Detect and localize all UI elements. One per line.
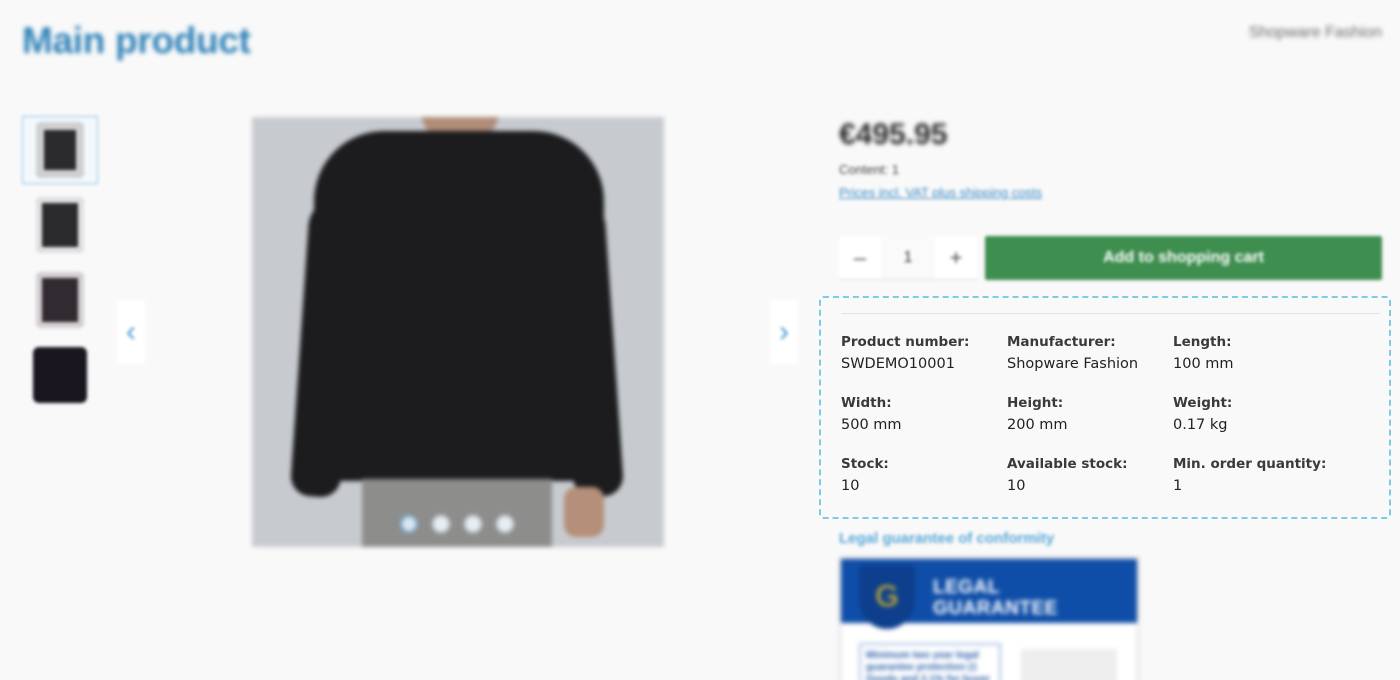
thumbnail-3[interactable] bbox=[22, 266, 98, 334]
property-item: Manufacturer: Shopware Fashion bbox=[1007, 333, 1173, 375]
property-value: SWDEMO10001 bbox=[841, 356, 955, 372]
property-label: Weight: bbox=[1173, 395, 1233, 411]
quantity-stepper: – 1 + bbox=[839, 236, 977, 280]
thumbnail-image bbox=[36, 122, 84, 178]
thumbnail-image bbox=[36, 272, 84, 328]
thumbnail-2[interactable] bbox=[22, 191, 98, 259]
property-item: Stock: 10 bbox=[841, 455, 1007, 497]
thumbnail-4[interactable] bbox=[22, 341, 98, 409]
property-label: Min. order quantity: bbox=[1173, 456, 1327, 472]
gallery-dot[interactable] bbox=[496, 515, 514, 533]
thumbnail-list bbox=[22, 116, 100, 416]
badge-title-line: LEGAL bbox=[933, 577, 1000, 598]
property-value: 10 bbox=[841, 478, 860, 494]
manufacturer-link[interactable]: Shopware Fashion bbox=[1249, 24, 1382, 42]
property-label: Available stock: bbox=[1007, 456, 1128, 472]
product-price: €495.95 bbox=[839, 118, 948, 151]
product-image[interactable] bbox=[252, 117, 664, 547]
shield-icon: G bbox=[859, 565, 915, 629]
property-value: 0.17 kg bbox=[1173, 417, 1228, 433]
quantity-minus-button[interactable]: – bbox=[839, 236, 881, 279]
property-value: Shopware Fashion bbox=[1007, 356, 1139, 372]
property-label: Stock: bbox=[841, 456, 889, 472]
thumbnail-image bbox=[33, 347, 87, 403]
property-item: Height: 200 mm bbox=[1007, 394, 1173, 436]
chevron-left-icon: ‹ bbox=[126, 315, 136, 348]
property-value: 1 bbox=[1173, 478, 1183, 494]
quantity-input[interactable]: 1 bbox=[881, 249, 935, 267]
divider bbox=[841, 313, 1380, 314]
property-label: Length: bbox=[1173, 334, 1232, 350]
property-label: Product number: bbox=[841, 334, 970, 350]
model-hand bbox=[564, 487, 604, 537]
chevron-right-icon: › bbox=[779, 315, 789, 348]
gallery-dot[interactable] bbox=[464, 515, 482, 533]
gallery-dots bbox=[400, 515, 514, 533]
model-pants bbox=[362, 479, 552, 547]
thumbnail-1[interactable] bbox=[22, 116, 98, 184]
property-item: Width: 500 mm bbox=[841, 394, 1007, 436]
add-to-cart-button[interactable]: Add to shopping cart bbox=[985, 236, 1382, 280]
product-page: Main product Shopware Fashion ‹ › €495.9… bbox=[0, 0, 1400, 680]
gallery-dot[interactable] bbox=[400, 515, 418, 533]
product-properties-panel: Product number: SWDEMO10001 Manufacturer:… bbox=[819, 296, 1391, 519]
property-label: Height: bbox=[1007, 395, 1064, 411]
thumbnail-image bbox=[36, 197, 84, 253]
property-item: Weight: 0.17 kg bbox=[1173, 394, 1361, 436]
badge-side-text bbox=[1021, 649, 1117, 680]
quantity-plus-button[interactable]: + bbox=[935, 236, 977, 279]
property-label: Width: bbox=[841, 395, 892, 411]
property-item: Min. order quantity: 1 bbox=[1173, 455, 1361, 497]
badge-title-line: GUARANTEE bbox=[933, 598, 1058, 619]
property-value: 10 bbox=[1007, 478, 1026, 494]
legal-guarantee-link[interactable]: Legal guarantee of conformity bbox=[839, 530, 1054, 547]
property-value: 500 mm bbox=[841, 417, 902, 433]
vat-shipping-link[interactable]: Prices incl. VAT plus shipping costs bbox=[839, 185, 1042, 200]
content-info: Content: 1 bbox=[839, 162, 899, 177]
gallery-next-button[interactable]: › bbox=[770, 300, 798, 364]
property-label: Manufacturer: bbox=[1007, 334, 1116, 350]
shirt-body bbox=[314, 131, 604, 481]
property-value: 100 mm bbox=[1173, 356, 1234, 372]
property-value: 200 mm bbox=[1007, 417, 1068, 433]
gallery-dot[interactable] bbox=[432, 515, 450, 533]
gallery-prev-button[interactable]: ‹ bbox=[117, 300, 145, 364]
legal-guarantee-badge[interactable]: G LEGAL GUARANTEE Minimum two year legal… bbox=[839, 557, 1139, 680]
property-item: Length: 100 mm bbox=[1173, 333, 1361, 375]
property-item: Available stock: 10 bbox=[1007, 455, 1173, 497]
page-title: Main product bbox=[22, 20, 251, 61]
badge-text: Minimum two year legal guarantee protect… bbox=[859, 643, 1001, 680]
buy-widget: – 1 + Add to shopping cart bbox=[839, 236, 1382, 280]
badge-title: LEGAL GUARANTEE bbox=[933, 577, 1058, 619]
badge-header: G LEGAL GUARANTEE bbox=[841, 559, 1137, 629]
property-item: Product number: SWDEMO10001 bbox=[841, 333, 1007, 375]
properties-grid: Product number: SWDEMO10001 Manufacturer:… bbox=[841, 333, 1361, 497]
